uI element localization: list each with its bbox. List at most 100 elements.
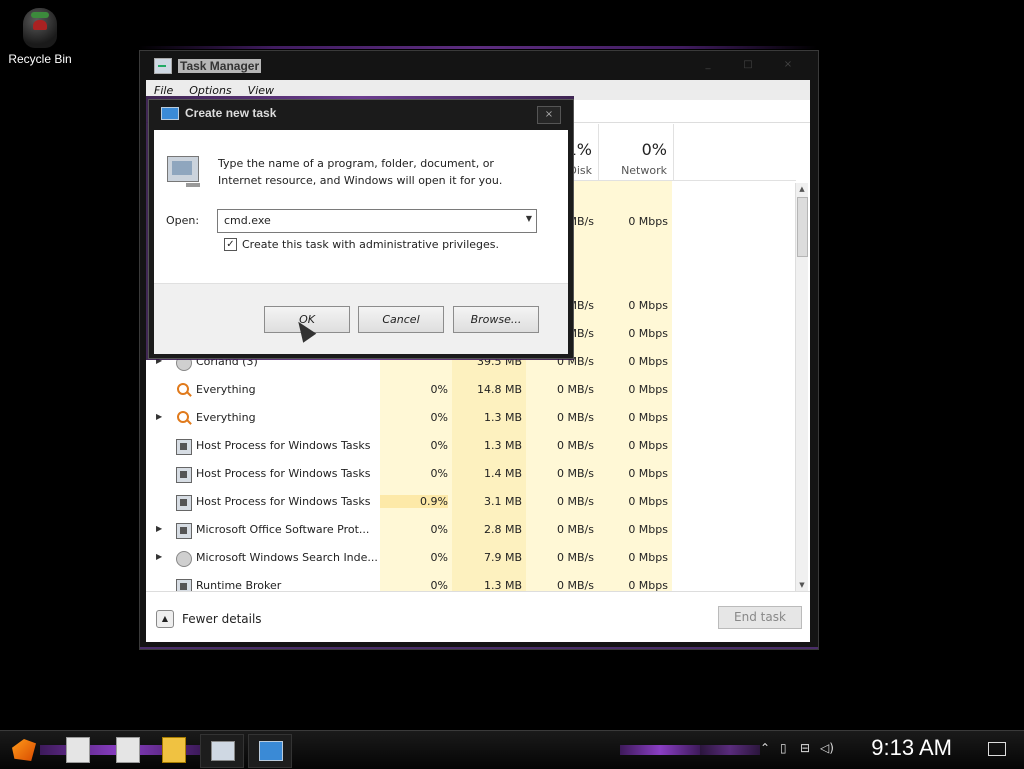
task-manager-titlebar[interactable]: Task Manager — [154, 57, 262, 75]
cpu-cell: 0.9% — [380, 495, 448, 508]
table-row[interactable]: Host Process for Windows Tasks 0% 1.4 MB… — [146, 460, 796, 488]
menu-options[interactable]: Options — [181, 84, 239, 97]
disk-cell: 0 MB/s — [557, 579, 594, 591]
disk-cell: 0 MB/s — [557, 523, 594, 536]
table-row[interactable]: ▶ Everything 0% 1.3 MB 0 MB/s 0 Mbps — [146, 404, 796, 432]
recycle-bin-label: Recycle Bin — [8, 52, 72, 66]
recycle-bin-desktop-icon[interactable]: Recycle Bin — [6, 8, 74, 66]
table-row[interactable]: Host Process for Windows Tasks 0% 1.3 MB… — [146, 432, 796, 460]
network-cell: 0 Mbps — [628, 523, 668, 536]
system-tray: ⌃ ▯ ⊟ ◁) 9:13 AM — [744, 731, 1024, 769]
disk-cell: 0 MB/s — [557, 495, 594, 508]
network-icon[interactable]: ⊟ — [800, 741, 810, 755]
cpu-cell: 0% — [430, 523, 448, 536]
volume-icon[interactable]: ◁) — [820, 741, 834, 755]
dialog-body: Type the name of a program, folder, docu… — [154, 130, 568, 283]
vertical-scrollbar[interactable]: ▲ ▼ — [795, 183, 808, 591]
open-label: Open: — [166, 214, 200, 227]
process-icon — [176, 579, 192, 591]
taskbar-run-button[interactable] — [248, 734, 292, 768]
process-name: Microsoft Windows Search Inde... — [196, 551, 378, 564]
process-name: Host Process for Windows Tasks — [196, 495, 371, 508]
expand-arrow-icon[interactable]: ▶ — [156, 412, 162, 421]
network-column-header[interactable]: 0% Network — [598, 124, 674, 181]
cpu-cell: 0% — [430, 411, 448, 424]
memory-cell: 1.3 MB — [483, 439, 522, 452]
network-cell: 0 Mbps — [628, 411, 668, 424]
run-icon — [259, 741, 283, 761]
scroll-down-icon[interactable]: ▼ — [796, 579, 808, 591]
table-row[interactable]: Everything 0% 14.8 MB 0 MB/s 0 Mbps — [146, 376, 796, 404]
admin-privileges-checkbox[interactable]: ✓ Create this task with administrative p… — [224, 238, 499, 251]
checkbox-check-icon[interactable]: ✓ — [224, 238, 237, 251]
process-name: Everything — [196, 411, 256, 424]
process-icon — [176, 467, 192, 483]
clock[interactable]: 9:13 AM — [871, 735, 952, 761]
admin-privileges-label: Create this task with administrative pri… — [242, 238, 500, 251]
process-name: Everything — [196, 383, 256, 396]
close-button[interactable]: × — [768, 57, 808, 75]
table-row[interactable]: Host Process for Windows Tasks 0.9% 3.1 … — [146, 488, 796, 516]
recycle-bin-icon — [23, 8, 57, 48]
file-explorer-icon[interactable] — [162, 737, 186, 763]
table-row[interactable]: ▶ Microsoft Windows Search Inde... 0% 7.… — [146, 544, 796, 572]
computer-icon — [167, 156, 200, 187]
process-icon — [176, 523, 192, 539]
cpu-cell: 0% — [430, 551, 448, 564]
search-icon — [177, 383, 189, 395]
browse-button[interactable]: Browse... — [453, 306, 539, 333]
taskbar: ⌃ ▯ ⊟ ◁) 9:13 AM — [0, 730, 1024, 769]
table-row[interactable]: Runtime Broker 0% 1.3 MB 0 MB/s 0 Mbps — [146, 572, 796, 591]
cpu-cell: 0% — [430, 579, 448, 591]
notifications-icon[interactable] — [988, 742, 1006, 756]
scroll-thumb[interactable] — [797, 197, 808, 257]
disk-cell: 0 MB/s — [557, 411, 594, 424]
document-icon[interactable] — [66, 737, 90, 763]
chevron-down-icon[interactable]: ▼ — [526, 214, 532, 223]
network-header-label: Network — [621, 164, 667, 177]
process-name: Host Process for Windows Tasks — [196, 467, 371, 480]
fewer-details-button[interactable]: ▲ Fewer details — [156, 610, 262, 628]
taskbar-task-manager-button[interactable] — [200, 734, 244, 768]
scroll-up-icon[interactable]: ▲ — [796, 183, 808, 195]
task-manager-icon — [154, 58, 172, 74]
process-name: Microsoft Office Software Prot... — [196, 523, 370, 536]
memory-cell: 1.3 MB — [483, 579, 522, 591]
table-row[interactable]: ▶ Microsoft Office Software Prot... 0% 2… — [146, 516, 796, 544]
process-name: Runtime Broker — [196, 579, 282, 591]
dialog-title: Create new task — [185, 106, 277, 120]
open-input-value[interactable]: cmd.exe — [224, 214, 271, 227]
create-new-task-dialog: Create new task × Type the name of a pro… — [148, 99, 574, 359]
footer-bar: ▲ Fewer details End task — [146, 591, 810, 642]
cpu-cell: 0% — [430, 467, 448, 480]
dialog-description: Type the name of a program, folder, docu… — [218, 157, 503, 187]
disk-cell: 0 MB/s — [557, 383, 594, 396]
end-task-button[interactable]: End task — [718, 606, 802, 629]
memory-cell: 7.9 MB — [483, 551, 522, 564]
show-hidden-icons-icon[interactable]: ⌃ — [760, 741, 770, 755]
network-cell: 0 Mbps — [628, 579, 668, 591]
memory-cell: 14.8 MB — [476, 383, 522, 396]
process-icon — [176, 495, 192, 511]
memory-cell: 3.1 MB — [483, 495, 522, 508]
network-header-percent: 0% — [641, 140, 667, 159]
cancel-button[interactable]: Cancel — [358, 306, 444, 333]
minimize-button[interactable]: _ — [688, 57, 728, 75]
menu-view[interactable]: View — [240, 84, 282, 97]
open-combobox[interactable]: cmd.exe ▼ — [217, 209, 537, 233]
document-icon[interactable] — [116, 737, 140, 763]
process-name: Host Process for Windows Tasks — [196, 439, 371, 452]
expand-arrow-icon[interactable]: ▶ — [156, 552, 162, 561]
memory-cell: 2.8 MB — [483, 523, 522, 536]
dialog-titlebar[interactable]: Create new task — [161, 106, 276, 120]
action-center-flag-icon[interactable]: ▯ — [780, 741, 787, 755]
dialog-close-button[interactable]: × — [537, 106, 561, 124]
run-icon — [161, 106, 179, 120]
disk-cell: 0 MB/s — [557, 467, 594, 480]
task-manager-title: Task Manager — [178, 59, 262, 73]
menu-file[interactable]: File — [146, 84, 181, 97]
search-icon — [177, 411, 189, 423]
start-button[interactable] — [10, 737, 38, 763]
expand-arrow-icon[interactable]: ▶ — [156, 524, 162, 533]
maximize-button[interactable]: □ — [728, 57, 768, 75]
